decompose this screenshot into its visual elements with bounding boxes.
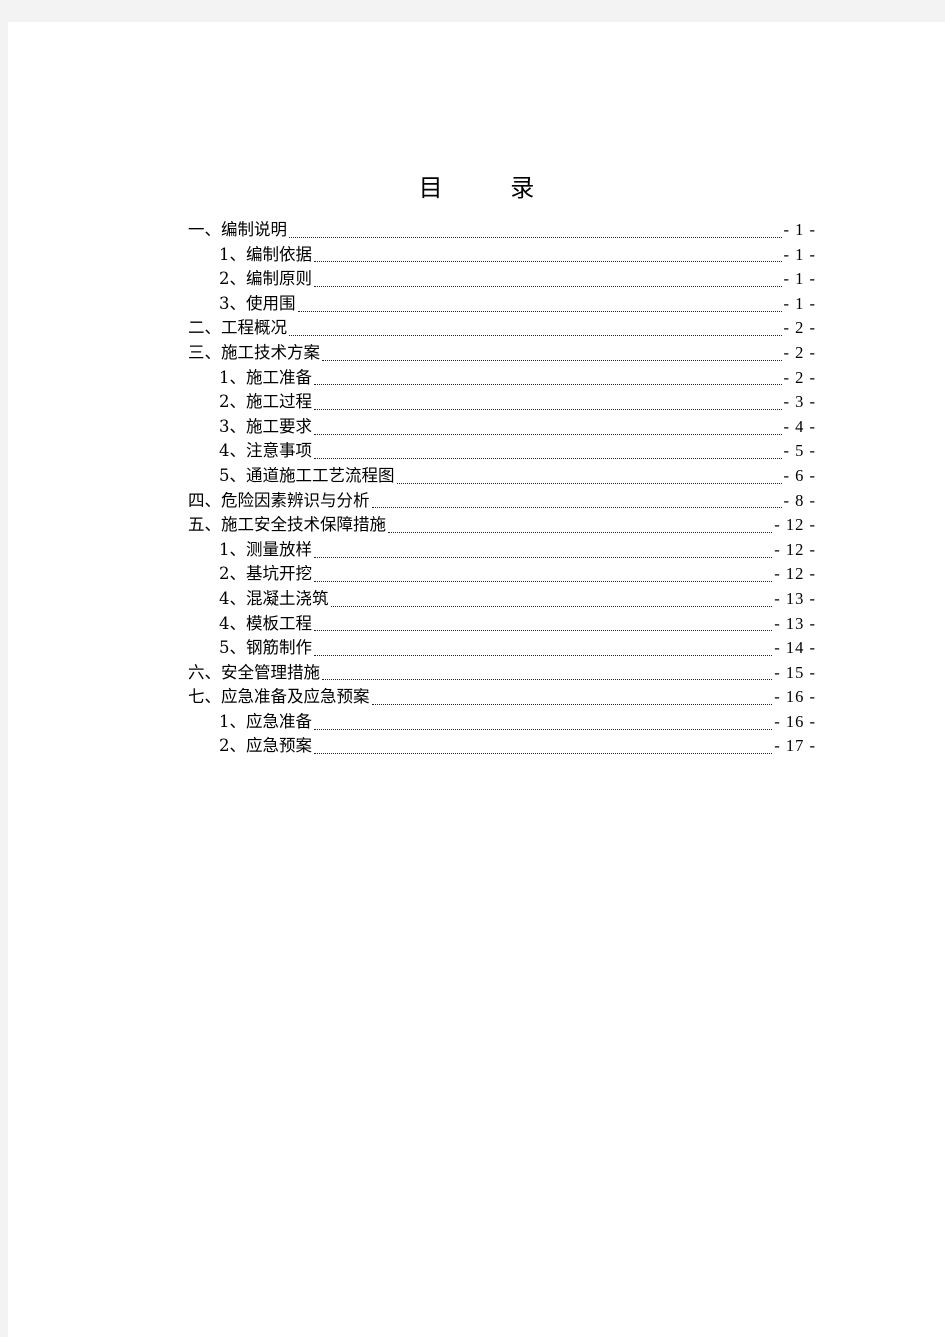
toc-dot-leader — [322, 679, 773, 681]
toc-entry-label: 二、工程概况 — [188, 318, 287, 338]
toc-entry-label: 5、钢筋制作 — [219, 638, 312, 658]
toc-entry-label: 3、使用围 — [219, 293, 296, 313]
toc-entry-page-number: - 15 - — [774, 662, 816, 682]
toc-entry-page-number: - 6 - — [783, 465, 816, 485]
toc-entry-page-number: - 16 - — [774, 687, 816, 707]
toc-entry-label: 2、编制原则 — [219, 269, 312, 289]
toc-entry-page-number: - 13 - — [774, 588, 816, 608]
toc-entry-page-number: - 1 - — [783, 244, 816, 264]
toc-entry[interactable]: 1、编制依据 - 1 - — [188, 243, 816, 268]
toc-entry-page-number: - 2 - — [783, 342, 816, 362]
toc-entry-page-number: - 3 - — [783, 392, 816, 412]
toc-entry-page-number: - 17 - — [774, 736, 816, 756]
toc-entry-label: 1、编制依据 — [219, 244, 312, 264]
toc-entry-page-number: - 1 - — [783, 293, 816, 313]
toc-entry-page-number: - 2 - — [783, 318, 816, 338]
toc-entry[interactable]: 3、施工要求 - 4 - — [188, 415, 816, 440]
toc-entry-label: 2、施工过程 — [219, 392, 312, 412]
toc-entry[interactable]: 2、编制原则 - 1 - — [188, 267, 816, 292]
toc-dot-leader — [314, 728, 773, 730]
toc-dot-leader — [314, 556, 773, 558]
toc-title: 目 录 — [418, 174, 565, 202]
toc-entry-label: 一、编制说明 — [188, 220, 287, 239]
toc-entry-label: 1、应急准备 — [219, 711, 312, 731]
toc-entry[interactable]: 1、施工准备 - 2 - — [188, 366, 816, 391]
toc-entry[interactable]: 二、工程概况 - 2 - — [188, 316, 816, 341]
toc-dot-leader — [314, 581, 773, 583]
toc-entry-label: 七、应急准备及应急预案 — [188, 687, 370, 707]
toc-entry[interactable]: 5、钢筋制作 - 14 - — [188, 636, 816, 661]
document-page: 目 录 一、编制说明 - 1 -1、编制依据 - 1 -2、编制原则 - 1 -3、使… — [8, 22, 945, 1337]
toc-dot-leader — [314, 433, 782, 435]
toc-entry-label: 五、施工安全技术保障措施 — [188, 515, 386, 535]
toc-dot-leader — [396, 482, 782, 484]
toc-entry-label: 1、施工准备 — [219, 367, 312, 387]
toc-dot-leader — [297, 310, 782, 312]
toc-entry-page-number: - 1 - — [783, 220, 816, 239]
toc-dot-leader — [322, 359, 782, 361]
toc-dot-leader — [330, 605, 773, 607]
table-of-contents: 一、编制说明 - 1 - 1、编制依据 - 1 - 2、编制原则 - 1 - 3、使用围 - … — [188, 218, 816, 759]
toc-entry-page-number: - 1 - — [783, 269, 816, 289]
toc-dot-leader — [314, 384, 782, 386]
toc-entry-page-number: - 12 - — [774, 564, 816, 584]
toc-entry-label: 4、混凝土浇筑 — [219, 588, 329, 608]
toc-entry-page-number: - 2 - — [783, 367, 816, 387]
toc-entry-label: 3、施工要求 — [219, 416, 312, 436]
toc-dot-leader — [388, 531, 773, 533]
toc-dot-leader — [314, 261, 782, 263]
toc-entry-page-number: - 14 - — [774, 638, 816, 658]
toc-entry[interactable]: 5、通道施工工艺流程图 - 6 - — [188, 464, 816, 489]
toc-entry[interactable]: 4、注意事项 - 5 - — [188, 439, 816, 464]
toc-entry[interactable]: 2、基坑开挖 - 12 - — [188, 562, 816, 587]
toc-entry[interactable]: 六、安全管理措施 - 15 - — [188, 661, 816, 686]
toc-entry[interactable]: 四、危险因素辨识与分析 - 8 - — [188, 489, 816, 514]
toc-dot-leader — [314, 458, 782, 460]
toc-dot-leader — [289, 335, 782, 337]
toc-entry-page-number: - 16 - — [774, 711, 816, 731]
toc-entry-label: 2、基坑开挖 — [219, 564, 312, 584]
toc-dot-leader — [314, 285, 782, 287]
toc-entry-label: 三、施工技术方案 — [188, 342, 320, 362]
toc-dot-leader — [314, 408, 782, 410]
toc-entry[interactable]: 五、施工安全技术保障措施 - 12 - — [188, 513, 816, 538]
toc-dot-leader — [314, 753, 773, 755]
toc-entry[interactable]: 1、测量放样 - 12 - — [188, 538, 816, 563]
toc-dot-leader — [314, 630, 773, 632]
toc-entry[interactable]: 1、应急准备 - 16 - — [188, 710, 816, 735]
toc-dot-leader — [371, 704, 773, 706]
toc-dot-leader — [289, 236, 782, 238]
toc-entry-label: 2、应急预案 — [219, 736, 312, 756]
toc-entry-page-number: - 12 - — [774, 515, 816, 535]
toc-entry-label: 1、测量放样 — [219, 539, 312, 559]
toc-entry[interactable]: 2、施工过程 - 3 - — [188, 390, 816, 415]
toc-entry-page-number: - 13 - — [774, 613, 816, 633]
toc-entry-label: 4、模板工程 — [219, 613, 312, 633]
toc-entry[interactable]: 3、使用围 - 1 - — [188, 292, 816, 317]
toc-entry[interactable]: 4、模板工程 - 13 - — [188, 612, 816, 637]
toc-entry[interactable]: 七、应急准备及应急预案 - 16 - — [188, 685, 816, 710]
toc-entry-label: 六、安全管理措施 — [188, 662, 320, 682]
toc-dot-leader — [314, 654, 773, 656]
toc-entry-page-number: - 5 - — [783, 441, 816, 461]
toc-entry[interactable]: 2、应急预案 - 17 - — [188, 734, 816, 759]
toc-dot-leader — [371, 507, 782, 509]
toc-entry[interactable]: 4、混凝土浇筑 - 13 - — [188, 587, 816, 612]
toc-entry-page-number: - 12 - — [774, 539, 816, 559]
toc-entry-label: 四、危险因素辨识与分析 — [188, 490, 370, 510]
toc-entry-label: 4、注意事项 — [219, 441, 312, 461]
toc-entry[interactable]: 一、编制说明 - 1 - — [188, 218, 816, 243]
toc-entry-label: 5、通道施工工艺流程图 — [219, 465, 395, 485]
toc-entry-page-number: - 8 - — [783, 490, 816, 510]
toc-entry[interactable]: 三、施工技术方案 - 2 - — [188, 341, 816, 366]
toc-entry-page-number: - 4 - — [783, 416, 816, 436]
